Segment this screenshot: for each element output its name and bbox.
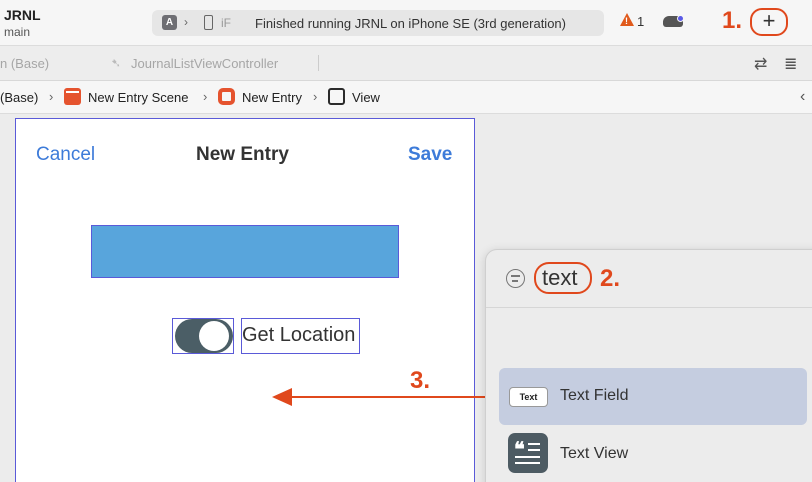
new-entry-scene-view[interactable]: [15, 118, 475, 482]
breadcrumb-new-entry[interactable]: New Entry: [242, 90, 302, 105]
breadcrumb-view[interactable]: View: [352, 90, 380, 105]
warning-exclamation: !: [625, 16, 628, 26]
swap-editors-icon[interactable]: ⇄: [754, 54, 767, 74]
iphone-device-icon[interactable]: [204, 15, 213, 30]
breadcrumb-new-entry-scene[interactable]: New Entry Scene: [88, 90, 188, 105]
device-label[interactable]: iF: [221, 16, 231, 30]
status-message: Finished running JRNL on iPhone SE (3rd …: [255, 16, 566, 31]
cloud-status-dot: [677, 15, 684, 22]
app-scheme-icon[interactable]: A: [162, 15, 177, 30]
text-field-icon: Text: [509, 387, 548, 407]
branch-name[interactable]: main: [4, 25, 30, 39]
text-view-icon: ❝: [508, 433, 548, 473]
library-item-label: Text View: [560, 445, 629, 462]
library-item-text-field[interactable]: Text Text Field: [499, 368, 807, 425]
breadcrumb: (Base) › New Entry Scene › New Entry › V…: [0, 81, 812, 114]
switch-knob: [199, 321, 229, 351]
activity-status-bar[interactable]: A › iF Finished running JRNL on iPhone S…: [152, 10, 604, 36]
image-view[interactable]: [91, 225, 399, 278]
save-bar-button[interactable]: Save: [408, 144, 452, 166]
library-item-label: Text Field: [560, 387, 629, 404]
filter-icon[interactable]: [506, 269, 525, 288]
toolbar: JRNL main A › iF Finished running JRNL o…: [0, 0, 812, 46]
step-2-annotation: 2.: [600, 265, 621, 292]
step-3-annotation: 3.: [410, 367, 431, 394]
editor-tab-bar: n (Base) ➷ JournalListViewController ⇄ ≣: [0, 46, 812, 81]
chevron-right-icon: ›: [313, 89, 318, 104]
object-library-panel[interactable]: 2. Text Text Field ❝ Text View: [485, 249, 812, 482]
add-library-button[interactable]: +: [750, 8, 788, 36]
chevron-left-icon[interactable]: ‹: [800, 88, 805, 106]
warning-count[interactable]: 1: [637, 14, 644, 29]
view-controller-icon: [218, 88, 235, 105]
swift-file-icon: ➷: [111, 56, 122, 70]
scene-icon: [64, 88, 81, 105]
chevron-right-icon: ›: [49, 89, 54, 104]
editor-options-icon[interactable]: ≣: [784, 54, 797, 74]
library-header: 2.: [486, 250, 812, 308]
library-item-text-view[interactable]: ❝ Text View: [499, 426, 807, 482]
library-search-input[interactable]: [534, 262, 592, 294]
get-location-label[interactable]: Get Location: [242, 324, 355, 347]
chevron-right-icon: ›: [184, 15, 188, 29]
step-1-annotation: 1.: [722, 7, 743, 34]
breadcrumb-base[interactable]: (Base): [0, 90, 38, 105]
tab-divider: [318, 55, 319, 71]
navigation-title[interactable]: New Entry: [196, 144, 289, 166]
tab-storyboard[interactable]: n (Base): [0, 56, 49, 71]
chevron-right-icon: ›: [203, 89, 208, 104]
project-name[interactable]: JRNL: [4, 7, 41, 23]
drag-arrow-head: [272, 388, 292, 406]
tab-journal-list-view-controller[interactable]: JournalListViewController: [131, 56, 278, 71]
view-icon: [328, 88, 345, 105]
cancel-bar-button[interactable]: Cancel: [36, 144, 95, 166]
